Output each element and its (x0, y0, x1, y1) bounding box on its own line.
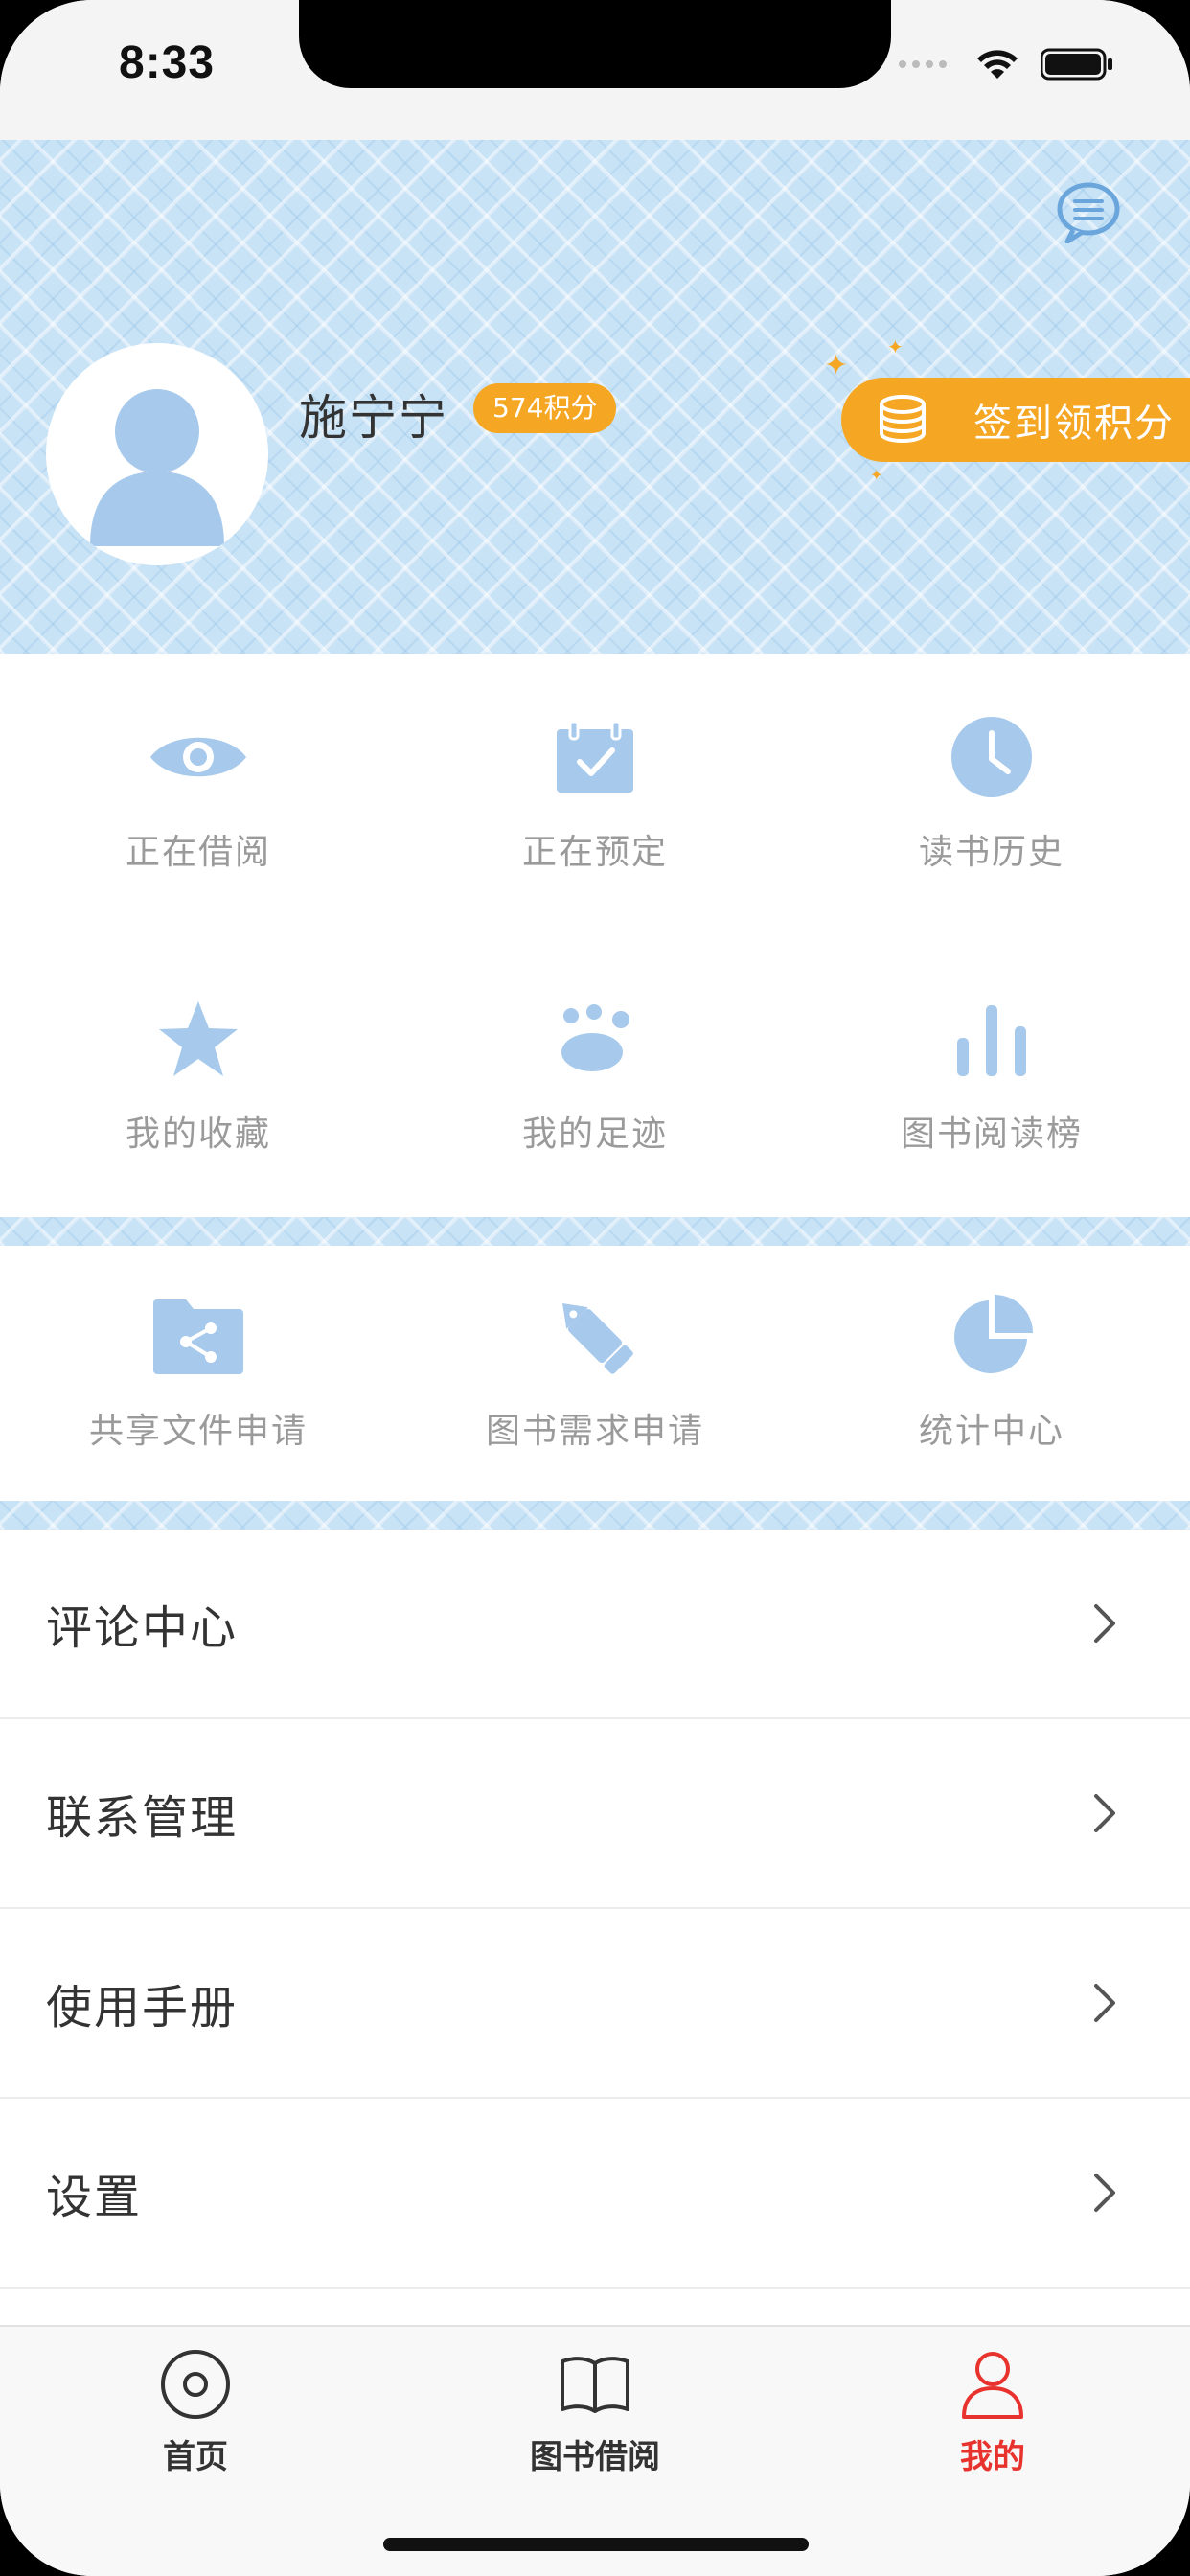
service-label: 统计中心 (918, 1412, 1064, 1451)
menu-item-label: 设置 (46, 2171, 143, 2224)
wifi-icon (977, 50, 1018, 79)
chevron-right-icon (1094, 1604, 1115, 1643)
points-badge[interactable]: 574积分 (473, 383, 617, 433)
action-label: 正在借阅 (125, 833, 271, 872)
avatar[interactable] (46, 343, 268, 565)
checkin-label: 签到领积分 (973, 402, 1175, 446)
action-label: 我的足迹 (521, 1115, 668, 1154)
menu-item-label: 评论中心 (46, 1601, 239, 1655)
service-label: 共享文件申请 (88, 1412, 308, 1451)
person-icon (962, 2352, 1023, 2419)
default-avatar-icon (90, 389, 224, 546)
menu-item-settings[interactable]: 设置 (0, 2099, 1190, 2288)
menu-item-manual[interactable]: 使用手册 (0, 1909, 1190, 2099)
sparkle-icon: ✦ (887, 335, 904, 358)
action-label: 我的收藏 (125, 1115, 271, 1154)
chevron-right-icon (1094, 2174, 1115, 2212)
battery-icon (1041, 48, 1112, 80)
action-history[interactable]: 读书历史 (793, 654, 1190, 935)
star-icon (159, 1001, 238, 1076)
chevron-right-icon (1094, 1794, 1115, 1832)
menu-item-label: 使用手册 (46, 1981, 239, 2035)
user-name: 施宁宁 (299, 390, 448, 446)
action-reserving[interactable]: 正在预定 (397, 654, 793, 935)
menu-item-label: 联系管理 (46, 1791, 239, 1845)
action-borrowing[interactable]: 正在借阅 (0, 654, 397, 935)
calendar-check-icon (557, 720, 633, 793)
phone-screen: 8:33 施宁宁 574积分 ✦ ✦ ✦ 签到领积分 正在借阅 正在预定 读书历… (0, 0, 1190, 2576)
action-footprints[interactable]: 我的足迹 (397, 935, 793, 1217)
tab-label: 我的 (960, 2438, 1025, 2476)
message-icon[interactable] (1052, 180, 1125, 243)
action-label: 读书历史 (918, 833, 1064, 872)
signal-icon (899, 60, 947, 68)
clock-icon (951, 717, 1032, 797)
eye-icon (150, 737, 246, 777)
status-time: 8:33 (119, 37, 216, 88)
services-grid: 共享文件申请 图书需求申请 统计中心 (0, 1246, 1190, 1501)
paw-icon (561, 1004, 629, 1071)
status-bar: 8:33 (0, 0, 1190, 140)
service-label: 图书需求申请 (485, 1412, 704, 1451)
home-disc-icon (161, 2350, 230, 2419)
quick-actions-grid: 正在借阅 正在预定 读书历史 我的收藏 我的足迹 图书阅读榜 (0, 654, 1190, 1217)
menu-item-contacts[interactable]: 联系管理 (0, 1719, 1190, 1909)
chevron-right-icon (1094, 1984, 1115, 2022)
tab-book-borrowing[interactable]: 图书借阅 (451, 2346, 739, 2477)
service-shared-file[interactable]: 共享文件申请 (0, 1246, 397, 1501)
book-icon (561, 2357, 629, 2413)
service-statistics[interactable]: 统计中心 (793, 1246, 1190, 1501)
status-icons (897, 48, 1113, 80)
pen-icon (562, 1303, 633, 1374)
shared-folder-icon (153, 1300, 243, 1374)
service-book-request[interactable]: 图书需求申请 (397, 1246, 793, 1501)
pie-chart-icon (954, 1295, 1033, 1373)
bar-chart-icon (957, 1005, 1026, 1076)
coin-stack-icon (880, 395, 926, 444)
divider-strip (0, 1501, 1190, 1530)
home-indicator (383, 2538, 809, 2551)
profile-header: 施宁宁 574积分 ✦ ✦ ✦ 签到领积分 (0, 140, 1190, 654)
sparkle-icon: ✦ (870, 466, 883, 484)
action-label: 图书阅读榜 (900, 1115, 1083, 1154)
tab-home[interactable]: 首页 (52, 2346, 339, 2477)
tab-label: 图书借阅 (530, 2438, 660, 2476)
tab-label: 首页 (163, 2438, 228, 2476)
checkin-button[interactable]: 签到领积分 (841, 378, 1190, 462)
notch (299, 0, 891, 88)
tab-mine[interactable]: 我的 (849, 2346, 1136, 2477)
action-label: 正在预定 (521, 833, 668, 872)
menu-item-comments[interactable]: 评论中心 (0, 1530, 1190, 1719)
action-ranking[interactable]: 图书阅读榜 (793, 935, 1190, 1217)
menu-list: 评论中心 联系管理 使用手册 设置 (0, 1530, 1190, 2288)
action-favorites[interactable]: 我的收藏 (0, 935, 397, 1217)
sparkle-icon: ✦ (824, 349, 849, 382)
divider-strip (0, 1217, 1190, 1246)
